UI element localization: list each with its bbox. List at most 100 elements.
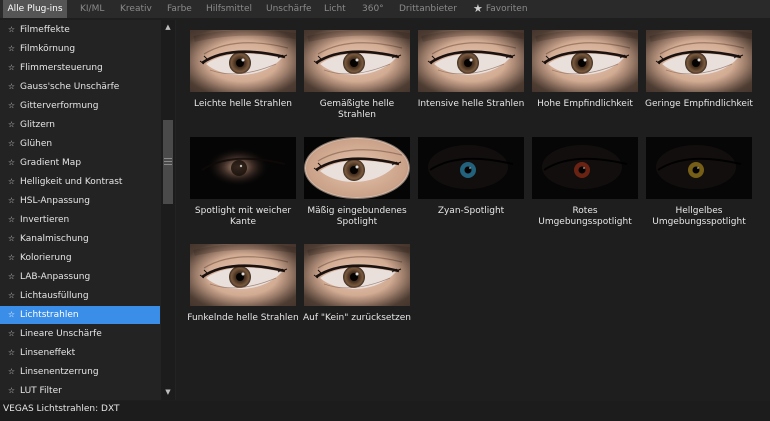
plugin-list-item[interactable]: ☆ Lineare Unschärfe — [0, 325, 160, 343]
plugin-list-item-label: HSL-Anpassung — [20, 196, 90, 206]
favorite-star-icon[interactable]: ☆ — [6, 78, 17, 96]
favorite-star-icon[interactable]: ☆ — [6, 154, 17, 172]
tab-label: Favoriten — [485, 4, 528, 14]
plugin-list-item[interactable]: ☆ LUT Filter — [0, 382, 160, 400]
plugin-list-item-label: Helligkeit und Kontrast — [20, 177, 123, 187]
preset-preview-image[interactable] — [190, 243, 297, 306]
preset-label: Leichte helle Strahlen — [193, 99, 292, 109]
favorite-star-icon[interactable]: ☆ — [6, 325, 17, 343]
plugin-list-item[interactable]: ☆ Gradient Map — [0, 154, 160, 172]
preset-preview-image[interactable] — [646, 137, 752, 199]
favorite-star-icon[interactable]: ☆ — [6, 287, 17, 305]
preset-label: Funkelnde helle Strahlen — [187, 313, 299, 323]
preset-label: Gemäßigte helle Strahlen — [319, 99, 395, 120]
tab-label: Hilfsmittel — [206, 4, 252, 14]
plugin-list-item[interactable]: ☆ Invertieren — [0, 211, 160, 229]
favorite-star-icon[interactable]: ☆ — [6, 363, 17, 381]
favorite-star-icon[interactable]: ☆ — [6, 59, 17, 77]
favorite-star-icon[interactable]: ☆ — [6, 268, 17, 286]
tab-alle-plug-ins[interactable]: Alle Plug-ins — [3, 0, 67, 18]
tab-label: Farbe — [167, 4, 192, 14]
plugin-list-item[interactable]: ☆ Helligkeit und Kontrast — [0, 173, 160, 191]
favorite-star-icon[interactable]: ☆ — [6, 173, 17, 191]
tab-licht[interactable]: Licht — [324, 0, 350, 18]
plugin-list-item-label: Filmkörnung — [20, 44, 76, 54]
plugin-list-item-label: Invertieren — [20, 215, 70, 225]
plugin-list-item[interactable]: ☆ Lichtausfüllung — [0, 287, 160, 305]
plugin-list-item-label: Gradient Map — [20, 158, 82, 168]
plugin-list-scrollbar[interactable]: ▲ ▼ — [161, 20, 175, 400]
preset-preview-image[interactable] — [646, 29, 753, 92]
preset-label: Auf "Kein" zurücksetzen — [303, 313, 411, 323]
preset-preview-image[interactable] — [532, 137, 638, 199]
tab-label: Licht — [324, 4, 346, 14]
scroll-down-arrow-icon[interactable]: ▼ — [161, 387, 175, 397]
tab-label: Drittanbieter — [399, 4, 457, 14]
preset-preview-image[interactable] — [418, 29, 525, 92]
preset-preview-image[interactable] — [190, 137, 296, 199]
plugin-list-item[interactable]: ☆ HSL-Anpassung — [0, 192, 160, 210]
plugin-list-item[interactable]: ☆ Linsenentzerrung — [0, 363, 160, 381]
status-text: VEGAS Lichtstrahlen: DXT — [3, 404, 120, 414]
favorite-star-icon[interactable]: ☆ — [6, 135, 17, 153]
favorite-star-icon[interactable]: ☆ — [6, 97, 17, 115]
tab-360-[interactable]: 360° — [362, 0, 387, 18]
preset-label: Rotes Umgebungsspotlight — [538, 206, 632, 227]
preset-preview-image[interactable] — [304, 29, 411, 92]
tab-label: Alle Plug-ins — [7, 4, 63, 14]
tab-ki-ml[interactable]: KI/ML — [80, 0, 108, 18]
preset-label: Hellgelbes Umgebungsspotlight — [652, 206, 746, 227]
tab-drittanbieter[interactable]: Drittanbieter — [399, 0, 457, 18]
plugin-list-item[interactable]: ☆ LAB-Anpassung — [0, 268, 160, 286]
preset-preview-image[interactable] — [190, 29, 297, 92]
tab-label: Kreativ — [120, 4, 152, 14]
preset-preview-image[interactable] — [304, 243, 411, 306]
plugin-list-item-label: Lichtausfüllung — [20, 291, 89, 301]
plugin-list-item-label: Kanalmischung — [20, 234, 89, 244]
favorite-star-icon[interactable]: ☆ — [6, 306, 17, 324]
plugin-list-item-label: Flimmersteuerung — [20, 63, 103, 73]
tab-favoriten[interactable]: ★ Favoriten — [473, 0, 533, 18]
favorite-star-icon[interactable]: ☆ — [6, 211, 17, 229]
plugin-list-item-label: Gitterverformung — [20, 101, 99, 111]
plugin-list-item[interactable]: ☆ Lichtstrahlen — [0, 306, 160, 324]
tab-kreativ[interactable]: Kreativ — [120, 0, 155, 18]
plugin-list-item[interactable]: ☆ Filmkörnung — [0, 40, 160, 58]
plugin-list: ☆ Filmeffekte ☆ Filmkörnung ☆ Flimmersteuerun… — [0, 20, 176, 400]
favorite-star-icon[interactable]: ☆ — [6, 192, 17, 210]
favorite-star-icon[interactable]: ☆ — [6, 249, 17, 267]
scroll-up-arrow-icon[interactable]: ▲ — [161, 22, 175, 32]
plugin-list-item[interactable]: ☆ Glitzern — [0, 116, 160, 134]
plugin-list-item[interactable]: ☆ Glühen — [0, 135, 160, 153]
plugin-list-item-label: LUT Filter — [20, 386, 62, 396]
tab-farbe[interactable]: Farbe — [167, 0, 194, 18]
preset-preview-image[interactable] — [418, 137, 524, 199]
plugin-list-item[interactable]: ☆ Filmeffekte — [0, 21, 160, 39]
plugin-list-item-label: LAB-Anpassung — [20, 272, 91, 282]
preset-preview-image[interactable] — [304, 137, 410, 199]
tab-label: 360° — [362, 4, 384, 14]
plugin-list-item[interactable]: ☆ Linseneffekt — [0, 344, 160, 362]
favorite-star-icon[interactable]: ☆ — [6, 382, 17, 400]
favorite-star-icon[interactable]: ☆ — [6, 344, 17, 362]
plugin-category-tabs: Alle Plug-ins KI/ML Kreativ Farbe Hilfsmitte… — [0, 0, 770, 18]
plugin-list-item[interactable]: ☆ Gitterverformung — [0, 97, 160, 115]
favorite-star-icon[interactable]: ☆ — [6, 116, 17, 134]
tab-hilfsmittel[interactable]: Hilfsmittel — [206, 0, 254, 18]
preset-preview-image[interactable] — [532, 29, 639, 92]
favorite-star-icon[interactable]: ☆ — [6, 21, 17, 39]
star-icon: ★ — [473, 2, 483, 15]
plugin-list-item[interactable]: ☆ Flimmersteuerung — [0, 59, 160, 77]
preset-label: Hohe Empfindlichkeit — [537, 99, 633, 109]
favorite-star-icon[interactable]: ☆ — [6, 230, 17, 248]
plugin-list-item-label: Linseneffekt — [20, 348, 76, 358]
plugin-list-item[interactable]: ☆ Kolorierung — [0, 249, 160, 267]
tab-unschärfe[interactable]: Unschärfe — [266, 0, 312, 18]
status-bar: VEGAS Lichtstrahlen: DXT — [0, 401, 770, 421]
preset-label: Spotlight mit weicher Kante — [194, 206, 292, 227]
scrollbar-thumb[interactable] — [163, 120, 173, 204]
tab-label: Unschärfe — [266, 4, 312, 14]
plugin-list-item[interactable]: ☆ Gauss'sche Unschärfe — [0, 78, 160, 96]
favorite-star-icon[interactable]: ☆ — [6, 40, 17, 58]
plugin-list-item[interactable]: ☆ Kanalmischung — [0, 230, 160, 248]
